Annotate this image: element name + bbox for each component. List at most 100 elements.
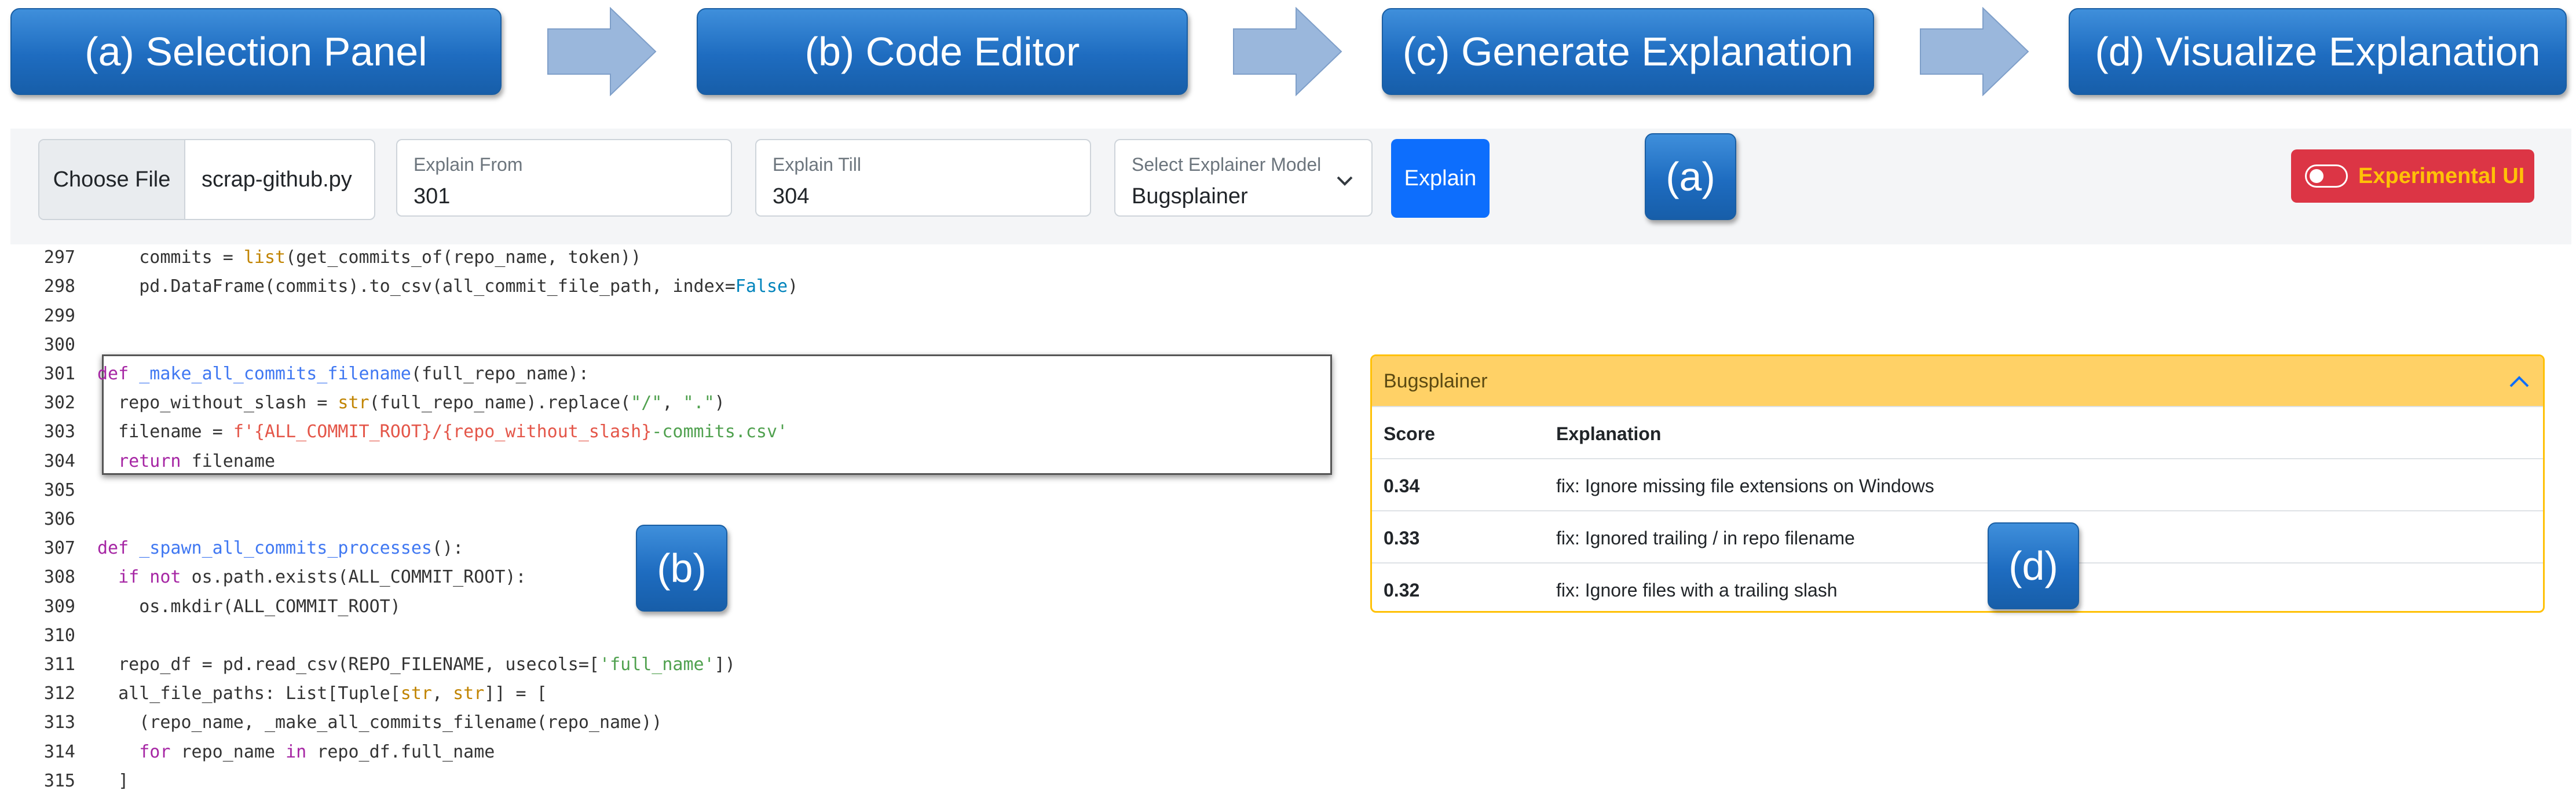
workflow-step-code-editor: (b) Code Editor [697,8,1188,95]
code-token: str [400,683,432,704]
code-token: filename [191,451,276,471]
code-text: repo_without_slash = str(full_repo_name)… [97,389,725,418]
explain-from-field[interactable]: Explain From 301 [396,139,732,217]
explain-till-label: Explain Till [773,154,861,175]
explanation-cell: fix: Ignore missing file extensions on W… [1556,475,1934,496]
badge-d: (d) [1988,522,2079,609]
code-token: pd.DataFrame(commits).to_csv(all_commit_… [97,276,736,297]
line-number: 299 [43,305,75,326]
code-token: for [139,741,181,762]
code-token: list [243,247,286,268]
line-number: 311 [43,654,75,675]
code-token: (full_repo_name).replace( [369,393,631,414]
code-token: False [735,276,788,297]
table-row: 0.33 fix: Ignored trailing / in repo fil… [1372,510,2543,562]
explainer-model-select[interactable]: Select Explainer Model Bugsplainer [1114,139,1373,217]
code-token: return [118,451,192,471]
line-number: 300 [43,334,75,355]
code-text: if not os.path.exists(ALL_COMMIT_ROOT): [97,563,526,592]
code-token: str [338,393,369,414]
line-number: 305 [43,480,75,500]
experimental-ui-toggle[interactable]: Experimental UI [2291,149,2534,203]
code-token: ) [788,276,799,297]
explain-till-field[interactable]: Explain Till 304 [755,139,1091,217]
code-token: filename = [97,422,233,442]
chevron-down-icon [1337,176,1353,186]
workflow-step-selection-panel: (a) Selection Panel [10,8,502,95]
explain-till-value[interactable]: 304 [773,184,809,209]
code-token: (): [431,538,464,559]
explanation-cell: fix: Ignore files with a trailing slash [1556,580,1838,601]
line-number: 315 [43,770,75,791]
code-token: str [453,683,485,704]
code-text: (repo_name, _make_all_commits_filename(r… [97,708,662,737]
explain-from-label: Explain From [414,154,523,175]
code-token: commits = [97,247,244,268]
line-number: 310 [43,625,75,646]
code-token: "/" [631,393,663,414]
code-token: "." [683,393,715,414]
line-number: 314 [43,741,75,762]
code-token: ]] = [ [484,683,547,704]
score-cell: 0.34 [1384,475,1420,496]
arrow-right-icon [1233,7,1342,96]
selection-panel: Choose File scrap-github.py Explain From… [10,129,2571,244]
badge-a: (a) [1645,133,1736,220]
arrow-right-icon [1920,7,2029,96]
explainer-title: Bugsplainer [1384,369,1488,392]
line-number: 312 [43,683,75,704]
code-token: ) [714,393,725,414]
selected-file-name: scrap-github.py [202,167,352,192]
toggle-switch-icon[interactable] [2305,164,2348,188]
score-cell: 0.33 [1384,528,1420,548]
code-token: all_file_paths: List[Tuple[ [97,683,401,704]
explanation-card-header[interactable]: Bugsplainer [1372,356,2543,406]
line-number: 298 [43,276,75,297]
code-text: filename = f'{ALL_COMMIT_ROOT}/{repo_wit… [97,418,788,447]
code-text: os.mkdir(ALL_COMMIT_ROOT) [97,592,401,621]
code-text: def _make_all_commits_filename(full_repo… [97,360,589,389]
code-token: -commits.csv' [652,422,788,442]
code-token: (get_commits_of(repo_name, token)) [286,247,642,268]
explainer-model-label: Select Explainer Model [1132,154,1322,175]
experimental-ui-label: Experimental UI [2358,163,2525,188]
line-number: 304 [43,451,75,471]
line-number: 307 [43,538,75,559]
explanation-card: Bugsplainer Score Explanation 0.34 fix: … [1370,354,2545,613]
chevron-up-icon[interactable] [2507,370,2531,394]
code-token: repo_df = pd.read_csv(REPO_FILENAME, use… [97,654,599,675]
code-token: repo_name [181,741,286,762]
explain-from-value[interactable]: 301 [414,184,450,209]
line-number: 301 [43,364,75,384]
table-row: 0.34 fix: Ignore missing file extensions… [1372,458,2543,510]
code-text: repo_df = pd.read_csv(REPO_FILENAME, use… [97,650,736,679]
table-row: 0.32 fix: Ignore files with a trailing s… [1372,562,2543,611]
code-text: commits = list(get_commits_of(repo_name,… [97,243,641,272]
file-picker[interactable]: Choose File scrap-github.py [38,139,375,220]
line-number: 303 [43,422,75,442]
line-number: 302 [43,393,75,414]
code-token: (repo_name, _make_all_commits_filename(r… [97,712,663,733]
code-text: def _spawn_all_commits_processes(): [97,534,463,563]
score-cell: 0.32 [1384,580,1420,601]
explain-button[interactable]: Explain [1391,139,1490,218]
explanation-header: Explanation [1556,423,1662,444]
table-header-row: Score Explanation [1372,406,2543,458]
line-number: 313 [43,712,75,733]
code-token: if not [118,567,192,588]
code-token: os.path.exists(ALL_COMMIT_ROOT): [191,567,526,588]
code-token: , [662,393,683,414]
code-token: ]) [714,654,736,675]
code-token: in [286,741,317,762]
code-token: (full_repo_name): [411,364,589,384]
explainer-model-value: Bugsplainer [1132,184,1248,208]
choose-file-button[interactable]: Choose File [39,140,185,219]
explanation-cell: fix: Ignored trailing / in repo filename [1556,528,1855,548]
code-token: repo_without_slash = [97,393,338,414]
code-text: return filename [97,447,275,476]
code-text: all_file_paths: List[Tuple[str, str]] = … [97,679,547,708]
line-number: 309 [43,596,75,617]
